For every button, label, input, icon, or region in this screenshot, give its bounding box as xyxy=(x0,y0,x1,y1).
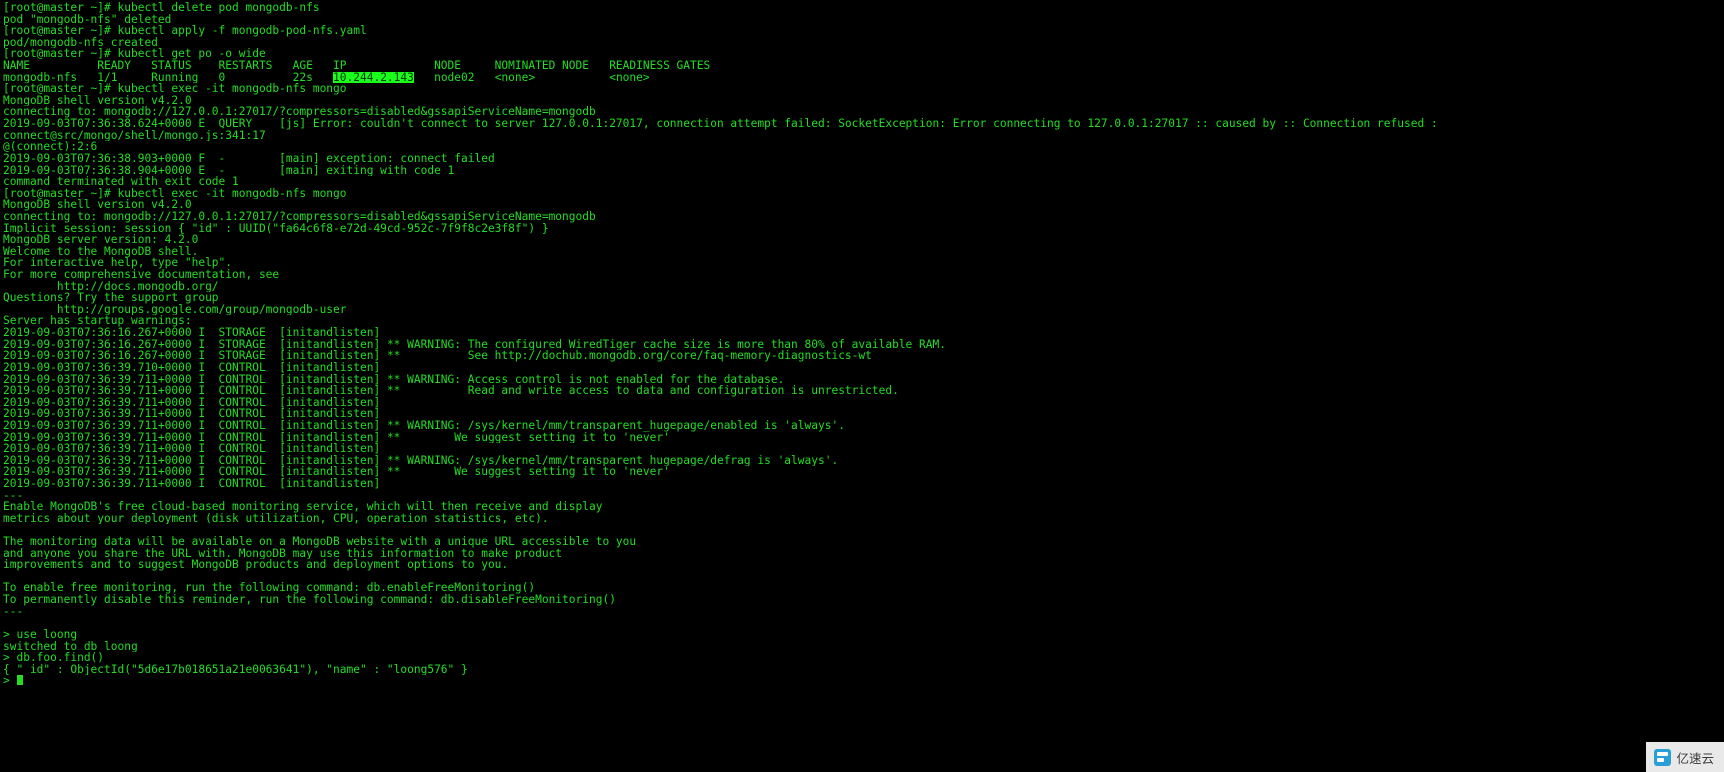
terminal-line-text: mongodb-nfs 1/1 Running 0 22s xyxy=(3,71,334,84)
terminal-line: Enable MongoDB's free cloud-based monito… xyxy=(3,501,603,513)
terminal-line: MongoDB shell version v4.2.0 xyxy=(3,94,192,107)
terminal-line: To enable free monitoring, run the follo… xyxy=(3,582,536,595)
terminal-line: 2019-09-03T07:36:39.711+0000 I CONTROL [… xyxy=(3,419,845,432)
terminal-line: > db.foo.find() xyxy=(3,652,105,664)
terminal-line: mongodb-nfs 1/1 Running 0 22s 10.244.2.1… xyxy=(3,71,1724,84)
terminal-line: To permanently disable this reminder, ru… xyxy=(3,594,616,606)
terminal-line: metrics about your deployment (disk util… xyxy=(3,512,549,525)
terminal-line: [root@master ~]# kubectl exec -it mongod… xyxy=(3,83,347,95)
highlighted-ip-value: 10.244.2.143 xyxy=(333,71,414,84)
terminal-line: 2019-09-03T07:36:39.711+0000 I CONTROL [… xyxy=(3,431,670,444)
terminal-line: 2019-09-03T07:36:16.267+0000 I STORAGE [… xyxy=(3,350,872,362)
terminal-line: Implicit session: session { "id" : UUID(… xyxy=(3,222,549,235)
terminal-line: command terminated with exit code 1 xyxy=(3,176,239,188)
text-cursor xyxy=(16,675,24,686)
terminal-line: switched to db loong xyxy=(3,640,138,653)
terminal-line: 2019-09-03T07:36:38.904+0000 E - [main] … xyxy=(3,164,455,177)
terminal-line: 2019-09-03T07:36:39.711+0000 I CONTROL [… xyxy=(3,454,839,467)
terminal-line: The monitoring data will be available on… xyxy=(3,536,637,548)
terminal-line: [root@master ~]# kubectl apply -f mongod… xyxy=(3,25,367,37)
terminal-line: [root@master ~]# kubectl exec -it mongod… xyxy=(3,187,347,200)
terminal-line: 2019-09-03T07:36:39.711+0000 I CONTROL [… xyxy=(3,396,381,409)
terminal-output[interactable]: [root@master ~]# kubectl delete pod mong… xyxy=(0,0,1724,772)
terminal-line: 2019-09-03T07:36:39.711+0000 I CONTROL [… xyxy=(3,477,381,490)
terminal-line: @(connect):2:6 xyxy=(3,141,98,153)
terminal-line: MongoDB shell version v4.2.0 xyxy=(3,199,192,211)
terminal-line: [root@master ~]# kubectl delete pod mong… xyxy=(3,2,320,14)
terminal-line: pod/mongodb-nfs created xyxy=(3,36,158,49)
terminal-line: improvements and to suggest MongoDB prod… xyxy=(3,559,509,571)
terminal-line: > xyxy=(3,675,1724,687)
terminal-line: For interactive help, type "help". xyxy=(3,257,233,270)
terminal-line: 2019-09-03T07:36:39.711+0000 I CONTROL [… xyxy=(3,385,899,397)
terminal-line: --- xyxy=(3,489,24,502)
terminal-line: 2019-09-03T07:36:39.711+0000 I CONTROL [… xyxy=(3,466,670,478)
terminal-line: 2019-09-03T07:36:39.710+0000 I CONTROL [… xyxy=(3,361,381,374)
terminal-line: 2019-09-03T07:36:38.624+0000 E QUERY [js… xyxy=(3,118,1438,130)
terminal-line: 2019-09-03T07:36:39.711+0000 I CONTROL [… xyxy=(3,443,381,455)
terminal-line: Questions? Try the support group xyxy=(3,292,219,304)
terminal-line-text: node02 <none> <none> xyxy=(413,71,650,84)
terminal-line: connecting to: mongodb://127.0.0.1:27017… xyxy=(3,106,596,119)
terminal-line: connecting to: mongodb://127.0.0.1:27017… xyxy=(3,210,596,223)
terminal-line: --- xyxy=(3,605,24,618)
logo-icon xyxy=(1654,748,1672,766)
terminal-line: For more comprehensive documentation, se… xyxy=(3,269,280,281)
terminal-line: http://docs.mongodb.org/ xyxy=(3,280,219,293)
terminal-line: and anyone you share the URL with. Mongo… xyxy=(3,547,563,560)
terminal-line: 2019-09-03T07:36:38.903+0000 F - [main] … xyxy=(3,152,495,165)
terminal-line: MongoDB server version: 4.2.0 xyxy=(3,234,199,246)
terminal-line: http://groups.google.com/group/mongodb-u… xyxy=(3,303,347,316)
watermark-label: 亿速云 xyxy=(1676,750,1714,766)
terminal-line: > use loong xyxy=(3,628,78,641)
terminal-line: { "_id" : ObjectId("5d6e17b018651a21e006… xyxy=(3,663,468,676)
terminal-line: NAME READY STATUS RESTARTS AGE IP NODE N… xyxy=(3,60,711,72)
terminal-line: 2019-09-03T07:36:16.267+0000 I STORAGE [… xyxy=(3,327,381,339)
terminal-line: connect@src/mongo/shell/mongo.js:341:17 xyxy=(3,129,266,142)
terminal-line: Welcome to the MongoDB shell. xyxy=(3,245,199,258)
terminal-line: pod "mongodb-nfs" deleted xyxy=(3,13,172,26)
terminal-line: 2019-09-03T07:36:39.711+0000 I CONTROL [… xyxy=(3,408,381,420)
terminal-line: [root@master ~]# kubectl get po -o wide xyxy=(3,48,266,61)
terminal-line: Server has startup warnings: xyxy=(3,315,192,328)
watermark: 亿速云 xyxy=(1646,742,1724,772)
terminal-line: 2019-09-03T07:36:16.267+0000 I STORAGE [… xyxy=(3,338,946,351)
terminal-line: 2019-09-03T07:36:39.711+0000 I CONTROL [… xyxy=(3,373,785,386)
